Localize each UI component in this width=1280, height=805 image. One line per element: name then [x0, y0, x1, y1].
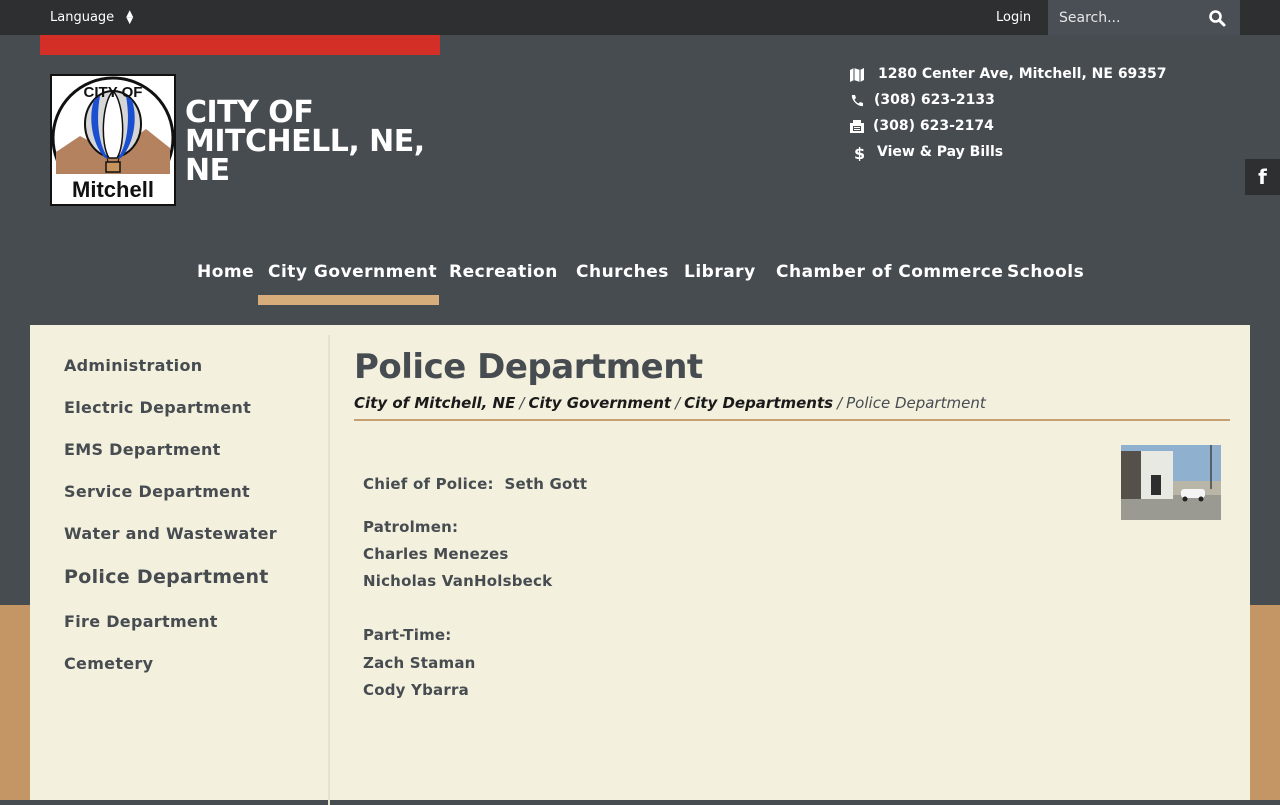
nav-item-churches[interactable]: Churches [576, 250, 669, 294]
sidebar-item-ems-department[interactable]: EMS Department [64, 440, 221, 459]
search-box [1048, 0, 1240, 35]
fax-text: (308) 623-2174 [873, 118, 994, 134]
svg-text:$: $ [854, 145, 865, 161]
sidebar-divider [328, 335, 330, 805]
sidebar-item-police-department[interactable]: Police Department [64, 566, 269, 588]
language-label: Language [50, 10, 115, 25]
sort-arrows-icon: ▲ ▼ [126, 8, 134, 26]
patrolman-name: Nicholas VanHolsbeck [363, 572, 553, 590]
bills-link[interactable]: View & Pay Bills [877, 140, 1003, 164]
sidebar-item-electric-department[interactable]: Electric Department [64, 398, 251, 417]
breadcrumb-separator: / [837, 394, 843, 412]
phone-text: (308) 623-2133 [874, 92, 995, 108]
phone-icon [851, 95, 863, 107]
dollar-icon: $ [854, 145, 865, 161]
breadcrumb-current: Police Department [846, 394, 986, 412]
search-icon[interactable] [1208, 9, 1226, 27]
patrolmen-heading: Patrolmen: [363, 518, 459, 536]
breadcrumb-separator: / [519, 394, 525, 412]
search-input[interactable] [1048, 0, 1209, 35]
content-panel: Administration Electric Department EMS D… [30, 325, 1250, 805]
main-nav: Home City Government Recreation Churches… [0, 250, 1280, 306]
sidebar-item-administration[interactable]: Administration [64, 356, 202, 375]
breadcrumb-link-city-departments[interactable]: City Departments [684, 394, 833, 412]
decorative-band-right [1250, 605, 1280, 800]
sidebar-item-water-and-wastewater[interactable]: Water and Wastewater [64, 524, 277, 543]
breadcrumb-link-home[interactable]: City of Mitchell, NE [354, 394, 515, 412]
map-icon [850, 68, 864, 82]
breadcrumb: City of Mitchell, NE / City Government / Cit… [354, 394, 986, 412]
nav-item-schools[interactable]: Schools [1007, 250, 1084, 294]
nav-item-library[interactable]: Library [684, 250, 756, 294]
patrolman-name: Charles Menezes [363, 545, 509, 563]
login-link[interactable]: Login [996, 0, 1031, 35]
sidebar-item-service-department[interactable]: Service Department [64, 482, 250, 501]
part-time-heading: Part-Time: [363, 626, 452, 644]
logo-text-bottom: Mitchell [72, 177, 154, 202]
nav-item-city-government[interactable]: City Government [268, 250, 437, 294]
address-text: 1280 Center Ave, Mitchell, NE 69357 [878, 66, 1167, 82]
part-time-name: Cody Ybarra [363, 681, 469, 699]
language-selector[interactable]: Language ▲ ▼ [50, 0, 133, 35]
active-nav-indicator [258, 295, 439, 305]
breadcrumb-separator: / [675, 394, 681, 412]
chief-of-police-line: Chief of Police: Seth Gott [363, 475, 588, 493]
sidebar-item-fire-department[interactable]: Fire Department [64, 612, 218, 631]
top-bar: Language ▲ ▼ Login [0, 0, 1280, 35]
sidebar-item-cemetery[interactable]: Cemetery [64, 654, 153, 673]
city-logo[interactable]: CITY OF Mitchell [50, 74, 176, 206]
logo-text-top: CITY OF [84, 84, 143, 101]
police-station-photo[interactable] [1121, 445, 1221, 520]
site-title[interactable]: CITY OF MITCHELL, NE, NE [185, 98, 425, 186]
part-time-name: Zach Staman [363, 654, 476, 672]
fax-icon [850, 120, 864, 133]
facebook-icon[interactable]: f [1245, 159, 1280, 195]
title-rule [354, 419, 1230, 421]
decorative-band-left [0, 605, 30, 800]
red-accent-bar [40, 35, 440, 55]
nav-item-home[interactable]: Home [197, 250, 254, 294]
nav-item-chamber-of-commerce[interactable]: Chamber of Commerce [776, 250, 1003, 294]
nav-item-recreation[interactable]: Recreation [449, 250, 558, 294]
page-title: Police Department [354, 347, 703, 387]
breadcrumb-link-city-government[interactable]: City Government [528, 394, 671, 412]
